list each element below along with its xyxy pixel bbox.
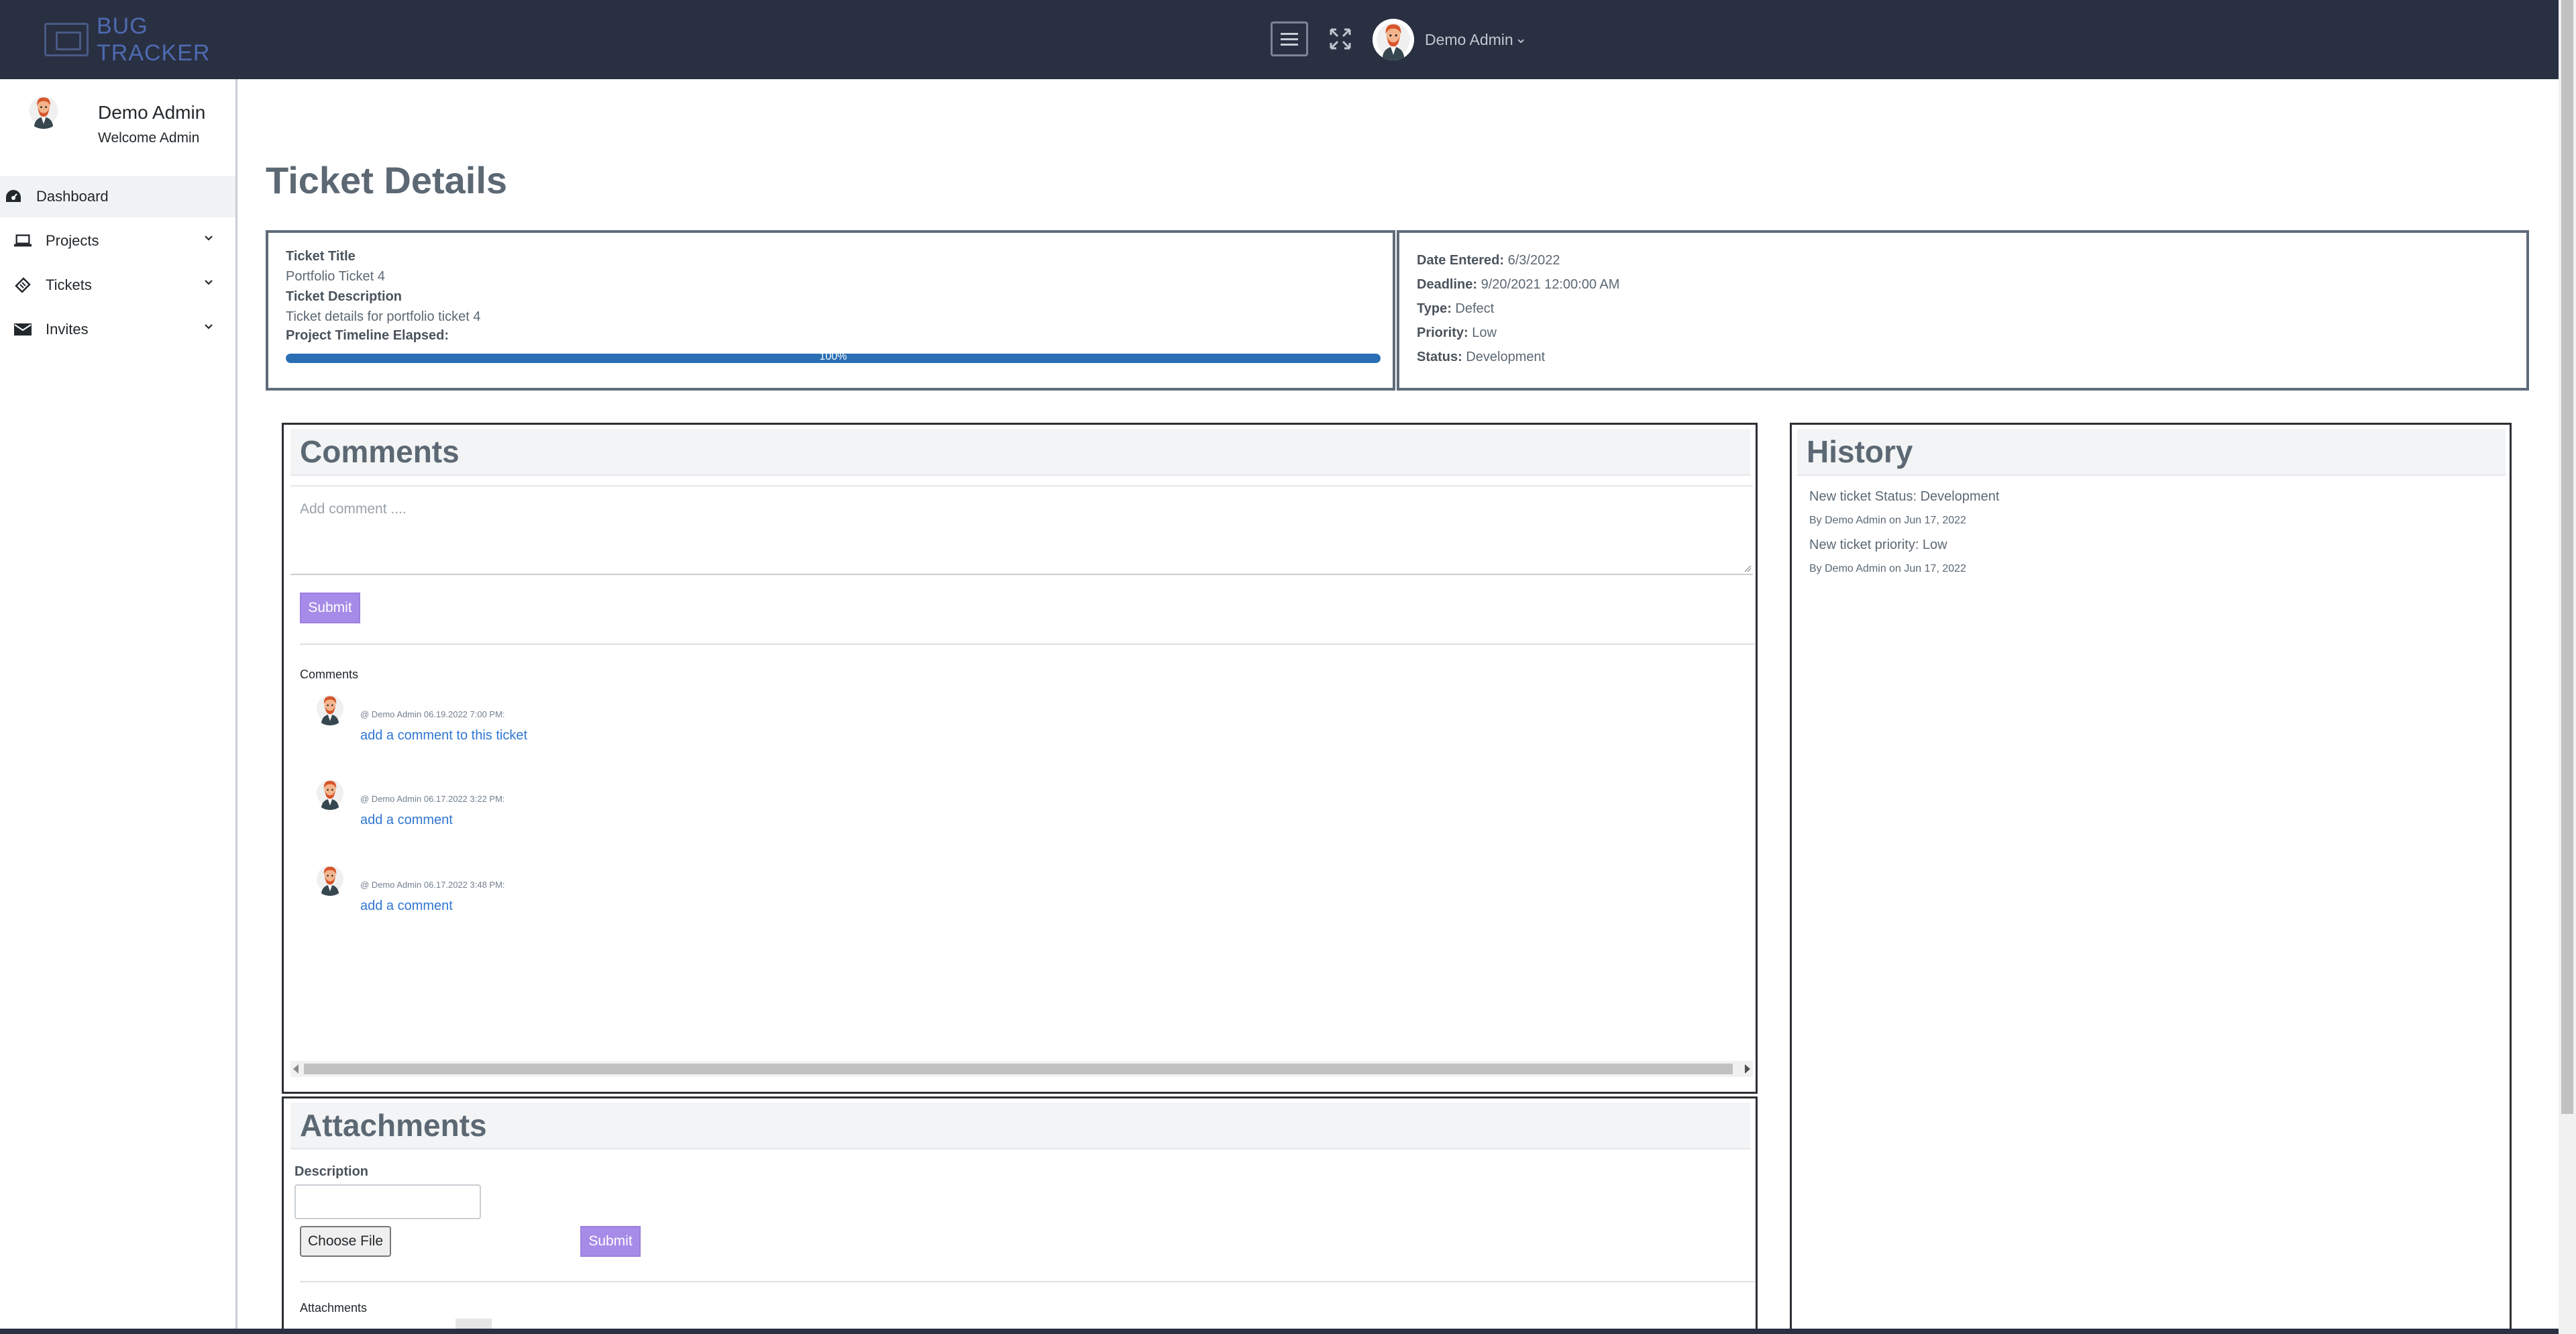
dashboard-icon <box>4 187 23 206</box>
priority-value: Low <box>1472 325 1497 340</box>
priority-label: Priority: <box>1417 325 1468 340</box>
timeline-label: Project Timeline Elapsed: <box>286 328 449 343</box>
comments-header: Comments <box>290 429 1750 476</box>
comment-avatar <box>313 692 347 725</box>
deadline-row: Deadline: 9/20/2021 12:00:00 AM <box>1417 277 1619 293</box>
comment-avatar <box>313 776 347 810</box>
history-header: History <box>1797 429 2506 476</box>
comment-submit-button[interactable]: Submit <box>300 593 360 623</box>
scroll-right-icon[interactable] <box>1745 1064 1750 1074</box>
comment-textarea[interactable]: Add comment .... <box>290 485 1753 575</box>
deadline-value: 9/20/2021 12:00:00 AM <box>1481 277 1620 292</box>
date-entered-label: Date Entered: <box>1417 253 1505 268</box>
bottom-edge <box>0 1329 2559 1334</box>
page-vertical-scrollbar[interactable] <box>2559 0 2576 1334</box>
chevron-down-icon[interactable]: ⌄ <box>1515 30 1527 47</box>
ticket-title-label: Ticket Title <box>286 249 356 264</box>
comment-placeholder: Add comment .... <box>300 501 407 517</box>
progress-text: 100% <box>819 351 847 362</box>
chevron-down-icon[interactable] <box>204 234 213 243</box>
chevron-down-icon[interactable] <box>204 278 213 287</box>
scrollbar-thumb[interactable] <box>304 1064 1733 1074</box>
hamburger-icon <box>1281 32 1298 35</box>
attachments-header: Attachments <box>290 1102 1750 1149</box>
type-row: Type: Defect <box>1417 301 1494 317</box>
top-navbar: BUG TRACKER Demo Admin ⌄ <box>0 0 2559 79</box>
chevron-down-icon[interactable] <box>204 322 213 331</box>
deadline-label: Deadline: <box>1417 277 1478 292</box>
sidebar-item-dashboard[interactable]: Dashboard <box>0 176 235 217</box>
date-entered-value: 6/3/2022 <box>1507 253 1560 268</box>
laptop-icon <box>13 232 32 250</box>
comment-avatar <box>313 862 347 896</box>
comment-meta: @ Demo Admin 06.19.2022 7:00 PM: <box>360 709 505 719</box>
ticket-description-value: Ticket details for portfolio ticket 4 <box>286 309 481 324</box>
user-menu-name[interactable]: Demo Admin <box>1425 31 1513 49</box>
status-value: Development <box>1466 350 1546 364</box>
priority-row: Priority: Low <box>1417 325 1497 341</box>
sidebar-item-tickets[interactable]: Tickets <box>0 264 235 306</box>
sidebar: Demo Admin Welcome Admin Dashboard Proje… <box>0 79 237 1334</box>
brand-line-2: TRACKER <box>97 40 211 66</box>
comment-meta: @ Demo Admin 06.17.2022 3:22 PM: <box>360 794 505 804</box>
hamburger-line <box>1281 43 1298 46</box>
choose-file-button[interactable]: Choose File <box>300 1226 391 1257</box>
attachments-list-label: Attachments <box>300 1301 368 1315</box>
history-item-meta: By Demo Admin on Jun 17, 2022 <box>1809 515 1966 526</box>
ticket-info-card: Ticket Title Portfolio Ticket 4 Ticket D… <box>266 230 1395 391</box>
history-panel: History New ticket Status: Development B… <box>1790 423 2512 1334</box>
sidebar-item-projects[interactable]: Projects <box>0 220 235 262</box>
attachments-panel: Attachments Description Choose File Subm… <box>282 1096 1758 1334</box>
brand-text: BUG TRACKER <box>97 13 210 66</box>
comment-meta: @ Demo Admin 06.17.2022 3:48 PM: <box>360 880 505 890</box>
history-item-meta: By Demo Admin on Jun 17, 2022 <box>1809 563 1966 574</box>
envelope-icon <box>13 320 32 339</box>
history-heading: History <box>1807 434 1913 469</box>
bug-tracker-logo-icon <box>44 23 89 56</box>
attachment-description-label: Description <box>294 1164 369 1179</box>
scrollbar-thumb[interactable] <box>2561 0 2573 1114</box>
history-item-title: New ticket Status: Development <box>1809 489 2000 504</box>
sidebar-avatar <box>25 93 62 129</box>
attachment-description-input[interactable] <box>294 1184 481 1219</box>
sidebar-item-label: Invites <box>46 321 89 338</box>
ticket-icon <box>13 276 32 295</box>
type-label: Type: <box>1417 301 1452 316</box>
history-item-title: New ticket priority: Low <box>1809 537 1947 552</box>
user-avatar[interactable] <box>1373 19 1414 60</box>
divider <box>300 644 1756 645</box>
fullscreen-icon[interactable] <box>1328 27 1352 51</box>
brand-logo[interactable]: BUG TRACKER <box>44 9 219 70</box>
sidebar-item-label: Projects <box>46 232 99 249</box>
ticket-description-label: Ticket Description <box>286 289 402 304</box>
sidebar-user-name: Demo Admin <box>98 102 206 123</box>
comment-text[interactable]: add a comment <box>360 813 453 828</box>
sidebar-item-invites[interactable]: Invites <box>0 309 235 350</box>
comment-text[interactable]: add a comment to this ticket <box>360 728 527 743</box>
comments-horizontal-scrollbar[interactable] <box>290 1061 1753 1077</box>
comment-text[interactable]: add a comment <box>360 899 453 914</box>
comments-heading: Comments <box>300 434 460 469</box>
ticket-title-value: Portfolio Ticket 4 <box>286 269 385 284</box>
type-value: Defect <box>1455 301 1495 316</box>
scroll-left-icon[interactable] <box>293 1064 299 1074</box>
page-title: Ticket Details <box>266 159 508 201</box>
attachments-heading: Attachments <box>300 1108 487 1143</box>
sidebar-item-label: Tickets <box>46 276 92 293</box>
sidebar-item-label: Dashboard <box>36 188 109 205</box>
resize-handle-icon[interactable] <box>1743 564 1752 572</box>
comments-panel: Comments Add comment .... Submit Comment… <box>282 423 1758 1094</box>
hamburger-line <box>1281 38 1298 40</box>
attachment-submit-button[interactable]: Submit <box>580 1226 641 1257</box>
brand-line-1: BUG <box>97 13 148 39</box>
status-label: Status: <box>1417 350 1462 364</box>
ticket-meta-card: Date Entered: 6/3/2022 Deadline: 9/20/20… <box>1397 230 2529 391</box>
date-entered-row: Date Entered: 6/3/2022 <box>1417 253 1560 268</box>
sidebar-toggle-button[interactable] <box>1271 21 1308 56</box>
status-row: Status: Development <box>1417 350 1545 365</box>
sidebar-welcome-text: Welcome Admin <box>98 130 200 146</box>
divider <box>300 1281 1756 1282</box>
comments-list-label: Comments <box>300 668 359 681</box>
